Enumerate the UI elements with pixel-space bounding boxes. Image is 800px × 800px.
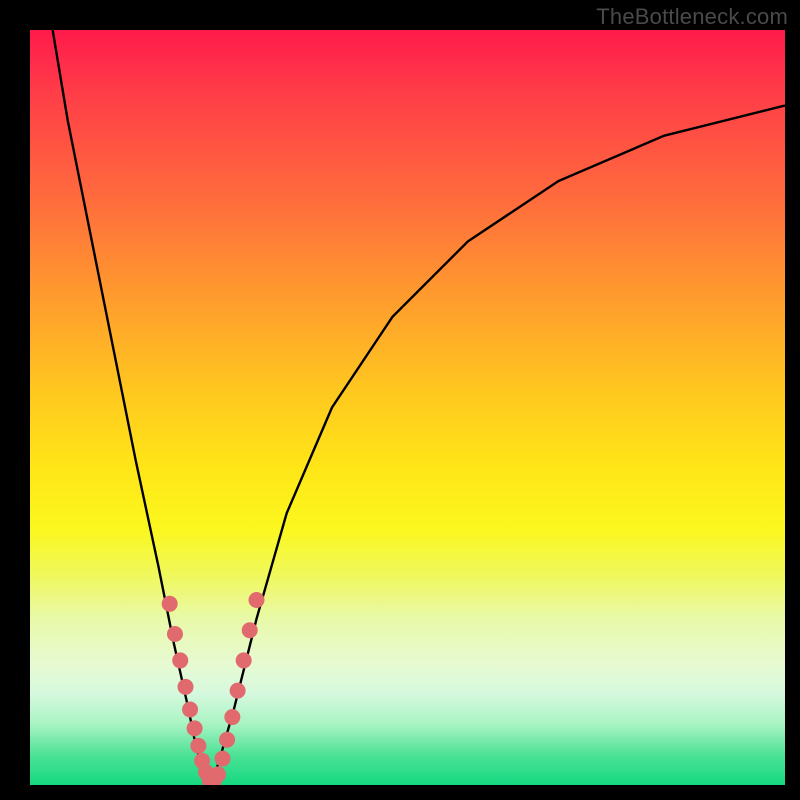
- marker-bead: [215, 751, 231, 767]
- marker-bead: [236, 652, 252, 668]
- marker-bead: [167, 626, 183, 642]
- curve-left-branch: [53, 30, 212, 785]
- marker-bead: [219, 732, 235, 748]
- marker-bead: [224, 709, 240, 725]
- marker-bead: [187, 720, 203, 736]
- curve-right-branch: [211, 106, 785, 786]
- marker-bead: [182, 702, 198, 718]
- plot-area: [30, 30, 785, 785]
- marker-bead: [210, 766, 226, 782]
- marker-bead: [249, 592, 265, 608]
- chart-frame: TheBottleneck.com: [0, 0, 800, 800]
- marker-bead: [230, 683, 246, 699]
- marker-bead: [178, 679, 194, 695]
- marker-bead: [172, 652, 188, 668]
- curve-svg: [30, 30, 785, 785]
- marker-bead: [190, 738, 206, 754]
- watermark-label: TheBottleneck.com: [596, 4, 788, 30]
- marker-bead: [242, 622, 258, 638]
- marker-beads-group: [162, 592, 265, 785]
- marker-bead: [162, 596, 178, 612]
